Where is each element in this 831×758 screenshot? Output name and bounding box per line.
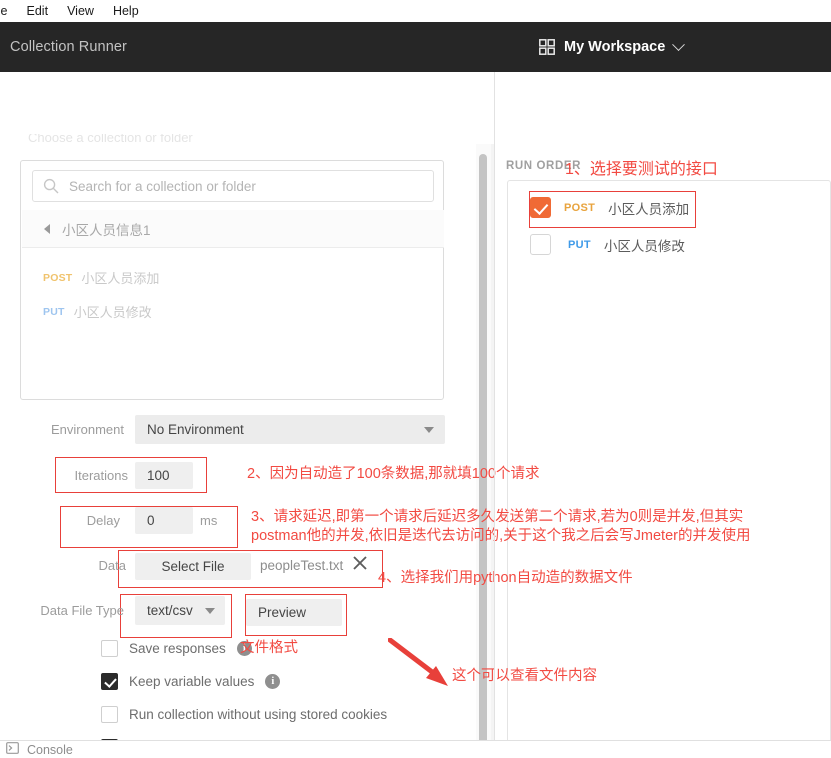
delay-unit-label: ms [200, 513, 218, 528]
environment-select[interactable]: No Environment [135, 415, 445, 444]
checkbox-label: Save responses [129, 641, 226, 656]
pointer-arrow-icon [388, 638, 448, 686]
select-file-label: Select File [161, 559, 225, 574]
run-order-checkbox[interactable] [530, 234, 551, 255]
annotation-3-line1: 3、请求延迟,即第一个请求后延迟多久发送第二个请求,若为0则是并发,但其实 [251, 509, 744, 525]
keep-variable-values-checkbox[interactable] [101, 673, 118, 690]
menu-item-file[interactable]: ile [0, 0, 9, 22]
select-file-button[interactable]: Select File [135, 553, 251, 580]
checkbox-row-no-stored-cookies[interactable]: Run collection without using stored cook… [101, 706, 387, 723]
grid-icon [539, 39, 555, 55]
chevron-down-icon [424, 427, 434, 433]
preview-button[interactable]: Preview [246, 599, 342, 626]
preview-label: Preview [258, 605, 307, 620]
chevron-down-icon [672, 37, 686, 51]
annotation-6: 这个可以查看文件内容 [452, 668, 597, 684]
annotation-box-run-order [529, 191, 696, 228]
checkbox-label: Keep variable values [129, 674, 255, 689]
list-item[interactable]: POST 小区人员添加 [43, 268, 159, 287]
info-icon[interactable]: i [265, 674, 281, 689]
request-method: PUT [568, 238, 591, 251]
workspace-switcher[interactable]: My Workspace [539, 22, 686, 72]
checkbox-row-save-responses[interactable]: Save responses i [101, 640, 252, 657]
delay-input[interactable] [135, 507, 193, 534]
data-file-name: peopleTest.txt [260, 558, 344, 573]
page-title: Collection Runner [10, 39, 127, 55]
menu-item-help[interactable]: Help [112, 0, 140, 22]
environment-label: Environment [51, 422, 124, 437]
run-order-item-put[interactable]: PUT 小区人员修改 [530, 234, 685, 255]
search-wrapper [32, 170, 434, 202]
annotation-2: 2、因为自动造了100条数据,那就填100个请求 [247, 466, 540, 482]
pane-divider [494, 72, 495, 740]
save-responses-checkbox[interactable] [101, 640, 118, 657]
request-method: PUT [43, 305, 65, 318]
iterations-input[interactable] [135, 462, 193, 489]
delay-label: Delay [86, 513, 120, 528]
back-arrow-icon[interactable] [44, 223, 50, 234]
data-label: Data [98, 558, 126, 573]
checkbox-row-keep-variable-values[interactable]: Keep variable values i [101, 673, 281, 690]
app-header: Collection Runner My Workspace [0, 22, 831, 72]
terminal-icon [6, 741, 19, 758]
annotation-3-line2: postman他的并发,依旧是迭代去访问的,关于这个我之后会写Jmeter的并发… [251, 528, 751, 544]
request-method: POST [43, 271, 73, 284]
iterations-field[interactable] [135, 462, 193, 489]
delay-field[interactable] [135, 507, 193, 534]
iterations-label: Iterations [74, 468, 128, 483]
workspace-name: My Workspace [564, 39, 666, 55]
annotation-4: 4、选择我们用python自动造的数据文件 [378, 570, 633, 586]
data-file-type-label: Data File Type [40, 603, 124, 618]
main-content: Choose a collection or folder 小区人员信息1 PO… [0, 72, 831, 758]
chevron-down-icon [205, 608, 215, 614]
annotation-1: 1、选择要测试的接口 [565, 161, 718, 178]
request-name: 小区人员修改 [603, 238, 685, 254]
app-root: ile Edit View Help Collection Runner My … [0, 0, 831, 758]
list-item[interactable]: PUT 小区人员修改 [43, 302, 152, 321]
environment-value: No Environment [147, 422, 244, 437]
collection-name: 小区人员信息1 [62, 222, 151, 238]
menu-bar: ile Edit View Help [0, 0, 831, 22]
search-input[interactable] [32, 170, 434, 202]
checkbox-label: Run collection without using stored cook… [129, 707, 388, 722]
annotation-5-file-format: 文件格式 [240, 640, 298, 656]
request-name: 小区人员添加 [81, 271, 160, 286]
data-file-type-value: text/csv [147, 603, 193, 618]
console-label: Console [27, 742, 73, 757]
menu-item-view[interactable]: View [66, 0, 95, 22]
collection-chooser: 小区人员信息1 POST 小区人员添加 PUT 小区人员修改 [20, 160, 444, 400]
close-icon[interactable] [352, 555, 368, 571]
choose-collection-caption: Choose a collection or folder [28, 134, 193, 145]
run-without-stored-cookies-checkbox[interactable] [101, 706, 118, 723]
console-bar[interactable]: Console [0, 740, 831, 758]
collection-header-row[interactable]: 小区人员信息1 [22, 210, 444, 248]
menu-item-edit[interactable]: Edit [26, 0, 50, 22]
data-file-type-select[interactable]: text/csv [135, 596, 225, 625]
request-name: 小区人员修改 [73, 305, 152, 320]
